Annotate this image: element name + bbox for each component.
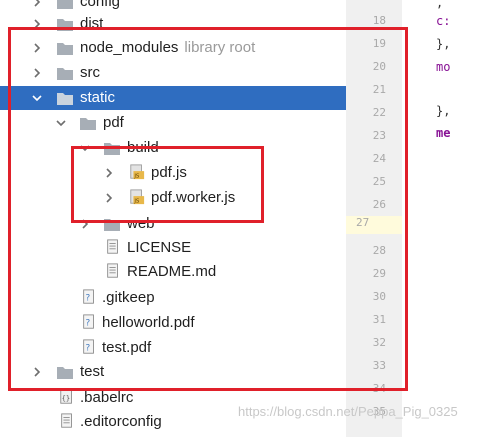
line-number: 25 — [372, 175, 386, 188]
tree-item-label: dist — [80, 15, 104, 32]
folder-icon — [57, 367, 73, 379]
tree-item-test-pdf[interactable]: ? test.pdf — [0, 336, 346, 360]
tree-item-label: build — [127, 139, 159, 156]
chevron-right-icon[interactable] — [30, 66, 44, 80]
chevron-down-icon[interactable] — [78, 141, 92, 155]
line-number: 30 — [372, 290, 386, 303]
line-number: 28 — [372, 244, 386, 257]
svg-text:?: ? — [85, 319, 90, 329]
line-number: 34 — [372, 382, 386, 395]
js-file-icon: JS — [130, 189, 145, 204]
unknown-file-icon: ? — [83, 339, 94, 354]
chevron-right-icon[interactable] — [30, 17, 44, 31]
code-token: }, — [436, 104, 451, 118]
folder-icon — [57, 93, 73, 105]
markdown-file-icon — [107, 263, 118, 278]
line-number: 24 — [372, 152, 386, 165]
chevron-down-icon[interactable] — [30, 91, 44, 105]
svg-text:?: ? — [85, 344, 90, 354]
tree-item-pdf-worker-js[interactable]: JS pdf.worker.js — [0, 186, 346, 210]
tree-item-label: LICENSE — [127, 239, 192, 256]
folder-icon — [57, 0, 73, 9]
tree-item-label: README.md — [127, 263, 217, 280]
chevron-right-icon[interactable] — [30, 0, 44, 9]
watermark-text: https://blog.csdn.net/Peppa_Pig_0325 — [238, 404, 458, 419]
unknown-file-icon: ? — [83, 314, 94, 329]
line-number-current: 27 — [346, 216, 402, 234]
tree-item-label: pdf.js — [151, 164, 187, 181]
line-number: 29 — [372, 267, 386, 280]
line-number: 20 — [372, 60, 386, 73]
tree-item-label: web — [127, 215, 155, 232]
library-root-tag: library root — [184, 39, 256, 56]
chevron-right-icon[interactable] — [30, 365, 44, 379]
line-number: 21 — [372, 83, 386, 96]
folder-icon — [57, 68, 73, 80]
code-token: }, — [436, 37, 451, 51]
tree-item-label: test.pdf — [102, 339, 152, 356]
folder-name: node_modules — [80, 39, 179, 56]
line-number: 23 — [372, 129, 386, 142]
line-number: 19 — [372, 37, 386, 50]
tree-item-gitkeep[interactable]: ? .gitkeep — [0, 286, 346, 310]
text-file-icon — [107, 239, 118, 254]
folder-icon — [104, 143, 120, 155]
project-tree: config dist node_modules library root src… — [0, 0, 346, 437]
tree-item-dist[interactable]: dist — [0, 12, 346, 36]
line-number: 18 — [372, 14, 386, 27]
text-file-icon — [61, 413, 72, 428]
chevron-right-icon[interactable] — [30, 41, 44, 55]
code-token: c: — [436, 14, 451, 28]
tree-item-label: src — [80, 64, 100, 81]
svg-text:JS: JS — [133, 198, 140, 204]
chevron-right-icon[interactable] — [102, 191, 116, 205]
tree-item-label: static — [80, 89, 116, 106]
tree-item-test[interactable]: test — [0, 360, 346, 384]
tree-item-node-modules[interactable]: node_modules library root — [0, 36, 346, 60]
code-token: me — [436, 126, 451, 140]
unknown-file-icon: ? — [83, 289, 94, 304]
line-number: 33 — [372, 359, 386, 372]
chevron-right-icon[interactable] — [78, 217, 92, 231]
folder-icon — [80, 118, 96, 130]
line-number: 32 — [372, 336, 386, 349]
tree-item-label: .gitkeep — [102, 289, 155, 306]
js-file-icon: JS — [130, 164, 145, 179]
tree-item-src[interactable]: src — [0, 61, 346, 85]
folder-icon — [57, 43, 73, 55]
tree-item-label: helloworld.pdf — [102, 314, 195, 331]
tree-item-build[interactable]: build — [0, 136, 346, 160]
tree-item-pdf-folder[interactable]: pdf — [0, 111, 346, 135]
svg-text:?: ? — [85, 294, 90, 304]
chevron-down-icon[interactable] — [54, 116, 68, 130]
tree-item-readme[interactable]: README.md — [0, 260, 346, 284]
line-number: 31 — [372, 313, 386, 326]
tree-item-label: config — [80, 0, 121, 10]
tree-item-label: test — [80, 363, 105, 380]
config-file-icon: {} — [60, 389, 72, 404]
tree-item-web[interactable]: web — [0, 212, 346, 236]
tree-item-label: .editorconfig — [80, 413, 162, 430]
tree-item-label: pdf — [103, 114, 124, 131]
tree-item-label: node_modules library root — [80, 39, 255, 56]
folder-icon — [104, 219, 120, 231]
svg-text:JS: JS — [133, 173, 140, 179]
code-token: mo — [436, 60, 451, 74]
tree-item-license[interactable]: LICENSE — [0, 236, 346, 260]
tree-item-helloworld-pdf[interactable]: ? helloworld.pdf — [0, 311, 346, 335]
chevron-right-icon[interactable] — [102, 166, 116, 180]
svg-text:{}: {} — [62, 394, 71, 403]
tree-item-label: pdf.worker.js — [151, 189, 236, 206]
line-number: 22 — [372, 106, 386, 119]
line-number: 26 — [372, 198, 386, 211]
code-token: , — [436, 0, 444, 10]
tree-item-static[interactable]: static — [0, 86, 346, 110]
tree-item-label: .babelrc — [80, 389, 134, 406]
tree-item-pdf-js[interactable]: JS pdf.js — [0, 161, 346, 185]
folder-icon — [57, 19, 73, 31]
